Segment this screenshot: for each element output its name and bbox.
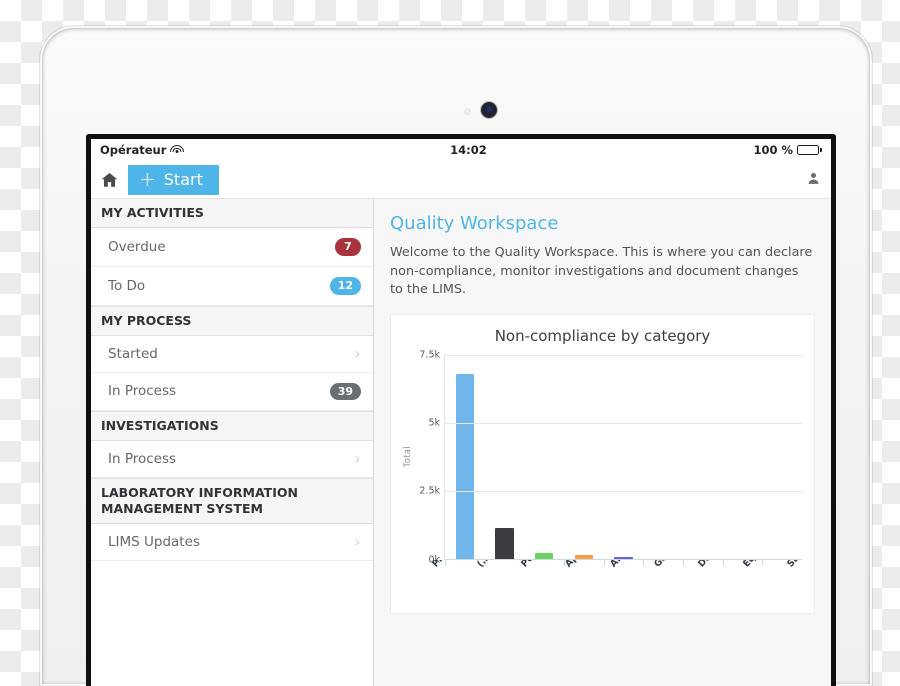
chevron-right-icon: › bbox=[354, 449, 361, 469]
y-tick-label: 5k bbox=[428, 417, 440, 429]
status-badge: 7 bbox=[335, 238, 361, 256]
sidebar-item-in-process[interactable]: In Process 39 bbox=[91, 372, 373, 412]
chart-title: Non-compliance by category bbox=[494, 326, 711, 345]
sidebar-item-label: LIMS Updates bbox=[108, 534, 200, 551]
y-axis-ticks: 0k 2.5k 5k 7.5k bbox=[414, 349, 444, 565]
sidebar-item-label: In Process bbox=[108, 383, 177, 400]
chart-plot-area: Total 0k 2.5k 5k 7.5k bbox=[403, 349, 802, 566]
wifi-icon bbox=[170, 145, 185, 155]
chart-bar-cell bbox=[564, 355, 604, 566]
clock-label: 14:02 bbox=[450, 143, 487, 157]
chevron-right-icon: › bbox=[354, 532, 361, 552]
grid-line bbox=[445, 491, 802, 493]
status-badge: 12 bbox=[329, 276, 361, 295]
chart-bar-cell bbox=[683, 355, 723, 566]
chart-bar-cell bbox=[524, 355, 564, 566]
sidebar-section-header: MY ACTIVITIES bbox=[91, 199, 373, 228]
chart-bar-cell bbox=[643, 355, 683, 566]
app-toolbar: + Start bbox=[91, 161, 831, 199]
tablet-device: Opérateur 14:02 100 % + Start MY ACTIVIT… bbox=[40, 26, 872, 686]
sidebar-item-label: In Process bbox=[108, 451, 177, 468]
start-button[interactable]: + Start bbox=[128, 164, 219, 195]
chart-bars bbox=[445, 355, 802, 566]
tablet-screen: Opérateur 14:02 100 % + Start MY ACTIVIT… bbox=[86, 134, 836, 686]
chart-bar-cell bbox=[484, 355, 525, 566]
sidebar-item-overdue[interactable]: Overdue 7 bbox=[91, 228, 373, 267]
proximity-sensor bbox=[464, 108, 471, 115]
sidebar-section-header: MY PROCESS bbox=[91, 305, 373, 336]
front-camera bbox=[481, 102, 497, 118]
battery-icon bbox=[797, 145, 822, 155]
page-title: Quality Workspace bbox=[390, 213, 559, 234]
chart-plot bbox=[444, 354, 802, 566]
status-badge: 39 bbox=[329, 382, 361, 401]
y-tick-label: 2.5k bbox=[419, 485, 440, 497]
page-description: Welcome to the Quality Workspace. This i… bbox=[390, 245, 813, 298]
x-axis-tick-label: Pré-analytique (13) bbox=[430, 560, 507, 570]
battery-percent-label: 100 % bbox=[753, 143, 793, 157]
x-axis-tick-label: Post-analytique (16) bbox=[519, 560, 599, 570]
chart-bar-cell bbox=[445, 355, 485, 566]
sidebar-item-label: To Do bbox=[108, 277, 146, 294]
sidebar-item-to-do[interactable]: To Do 12 bbox=[91, 266, 373, 306]
sidebar-item-started[interactable]: Started › bbox=[91, 335, 373, 373]
chart-bar-cell bbox=[762, 355, 802, 566]
y-axis-label: Total bbox=[403, 446, 413, 468]
x-axis-tick-label: Santé et sécurité (12) bbox=[785, 560, 802, 570]
carrier-label: Opérateur bbox=[100, 143, 167, 157]
chart-card: Non-compliance by category Total 0k 2.5k 5… bbox=[390, 313, 815, 614]
sidebar: MY ACTIVITIES Overdue 7 To Do 12 MY PROCESS St… bbox=[91, 199, 374, 686]
chart-bar-cell bbox=[722, 355, 763, 566]
plus-icon: + bbox=[139, 166, 156, 191]
grid-line bbox=[445, 422, 802, 424]
chart-bar bbox=[455, 373, 474, 560]
start-button-label: Start bbox=[163, 170, 203, 189]
sidebar-section-header: LABORATORY INFORMATION MANAGEMENT SYSTEM bbox=[91, 478, 373, 525]
home-icon[interactable] bbox=[100, 171, 119, 189]
sidebar-item-label: Overdue bbox=[108, 238, 166, 255]
main-content: Quality Workspace Welcome to the Quality… bbox=[374, 199, 831, 686]
sidebar-item-lims-updates[interactable]: LIMS Updates › bbox=[91, 524, 373, 562]
status-bar: Opérateur 14:02 100 % bbox=[91, 139, 831, 161]
chart-bar bbox=[495, 528, 514, 560]
chart-bar-cell bbox=[603, 355, 644, 566]
y-tick-label: 7.5k bbox=[419, 349, 440, 361]
sidebar-item-in-process[interactable]: In Process › bbox=[91, 441, 373, 479]
x-axis-labels: Pré-analytique (13)Produits sanguins (..… bbox=[403, 560, 802, 644]
chevron-right-icon: › bbox=[354, 343, 361, 363]
grid-line bbox=[445, 354, 802, 356]
sidebar-item-label: Started bbox=[108, 345, 158, 362]
person-icon[interactable] bbox=[807, 171, 820, 186]
sidebar-section-header: INVESTIGATIONS bbox=[91, 411, 373, 442]
